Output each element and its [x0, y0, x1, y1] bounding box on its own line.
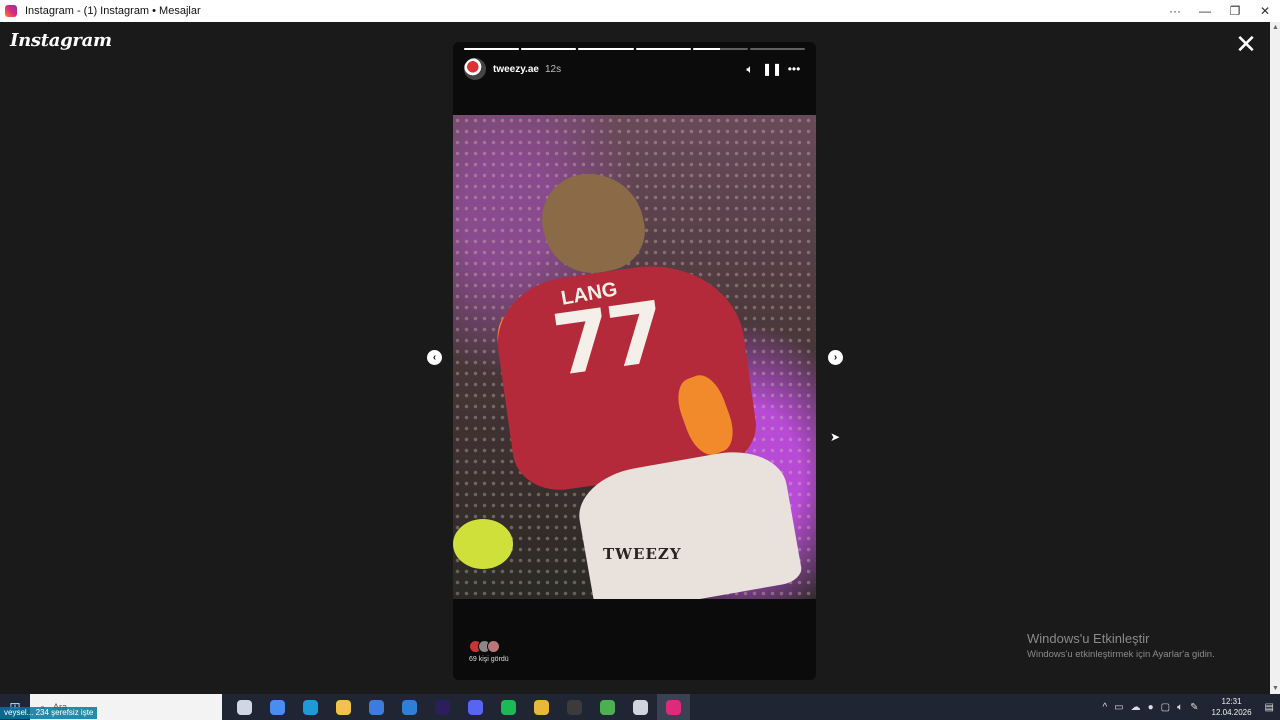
- minimize-button[interactable]: —: [1190, 4, 1220, 18]
- window-title: Instagram - (1) Instagram • Mesajlar: [25, 5, 201, 17]
- edge-icon: [303, 699, 318, 715]
- clock-time: 12:31: [1221, 697, 1242, 706]
- video-watermark: TWEEZY: [603, 545, 682, 563]
- close-window-button[interactable]: ✕: [1250, 4, 1280, 18]
- activation-heading: Windows'u Etkinleştir: [1027, 631, 1150, 646]
- jersey-number: 77: [546, 282, 669, 396]
- task-view-icon: [237, 699, 252, 715]
- obs-icon: [567, 699, 582, 715]
- story-video[interactable]: LANG 77 TWEEZY: [453, 115, 816, 599]
- story-username[interactable]: tweezy.ae: [493, 64, 539, 75]
- copilot-taskbar-icon[interactable]: [261, 694, 294, 720]
- edge-taskbar-icon[interactable]: [294, 694, 327, 720]
- more-icon[interactable]: •••: [783, 62, 805, 76]
- activation-subtext: Windows'u etkinleştirmek için Ayarlar'a …: [1027, 649, 1215, 660]
- restore-button[interactable]: ❐: [1220, 4, 1250, 18]
- copilot-icon: [270, 699, 285, 715]
- discord-taskbar-icon[interactable]: [459, 694, 492, 720]
- status-overlay: veysel... 234 şerefsiz işte: [0, 707, 98, 719]
- vertical-scrollbar[interactable]: ▲ ▼: [1270, 22, 1280, 694]
- story-viewers[interactable]: 69 kişi gördü: [469, 640, 509, 663]
- viewer-count: 69 kişi gördü: [469, 656, 509, 663]
- file-explorer-taskbar-icon[interactable]: [327, 694, 360, 720]
- close-story-button[interactable]: ✕: [1234, 31, 1258, 57]
- progress-segment: [521, 48, 577, 50]
- window-titlebar: Instagram - (1) Instagram • Mesajlar ···…: [0, 0, 1280, 22]
- taskbar-apps: [228, 694, 690, 720]
- chrome-taskbar-icon[interactable]: [525, 694, 558, 720]
- progress-segment: [635, 48, 691, 50]
- discord-icon: [468, 699, 483, 715]
- network-icon[interactable]: ▭: [1114, 702, 1123, 713]
- spotify-icon: [501, 699, 516, 715]
- clock-date: 12.04.2026: [1211, 708, 1252, 717]
- instagram-logo[interactable]: Instagram: [10, 30, 112, 51]
- spotify-taskbar-icon[interactable]: [492, 694, 525, 720]
- instagram-icon: [666, 699, 681, 715]
- store-taskbar-icon[interactable]: [360, 694, 393, 720]
- mouse-cursor-icon: ➤: [830, 430, 841, 444]
- instagram-taskbar-icon[interactable]: [657, 694, 690, 720]
- viewer-avatars: [469, 640, 509, 653]
- chrome-icon: [534, 699, 549, 715]
- pen-icon[interactable]: ✎: [1190, 702, 1198, 713]
- ball: [453, 519, 513, 569]
- progress-segment: [464, 48, 520, 50]
- chrome-alt-icon: [600, 699, 615, 715]
- story-progress-bar: [464, 48, 806, 50]
- file-explorer-icon: [336, 699, 351, 715]
- scroll-up-icon[interactable]: ▲: [1272, 24, 1279, 31]
- progress-segment: [692, 48, 748, 50]
- mic-icon[interactable]: ●: [1148, 702, 1154, 713]
- progress-segment: [749, 48, 806, 50]
- instagram-app-icon: [5, 5, 17, 17]
- more-options-button[interactable]: ···: [1160, 4, 1190, 18]
- scroll-down-icon[interactable]: ▼: [1272, 685, 1279, 692]
- windows-activation-watermark: Windows'u Etkinleştir Windows'u etkinleş…: [1027, 631, 1215, 660]
- store-icon: [369, 699, 384, 715]
- viewer-avatar: [487, 640, 500, 653]
- toolbox-taskbar-icon[interactable]: [624, 694, 657, 720]
- taskbar: ⊞ ⌕ Ara ^ ▭ ☁ ● ▢ 🔈︎ ✎ 12:31 12.04.2026 …: [0, 694, 1280, 720]
- chevron-up-icon[interactable]: ^: [1102, 702, 1107, 713]
- task-view-taskbar-icon[interactable]: [228, 694, 261, 720]
- cloud-icon[interactable]: ☁: [1131, 702, 1141, 713]
- avatar[interactable]: [464, 58, 486, 80]
- progress-segment: [578, 48, 634, 50]
- display-icon[interactable]: ▢: [1161, 702, 1170, 713]
- after-effects-taskbar-icon[interactable]: [426, 694, 459, 720]
- next-story-button[interactable]: ›: [828, 350, 843, 365]
- after-effects-icon: [435, 699, 450, 715]
- outlook-icon: [402, 699, 417, 715]
- sound-icon[interactable]: 🔈︎: [739, 62, 761, 77]
- notifications-icon[interactable]: ▤: [1265, 702, 1274, 713]
- story-header: tweezy.ae 12s 🔈︎ ❚❚ •••: [464, 58, 805, 80]
- taskbar-clock[interactable]: 12:31 12.04.2026: [1212, 696, 1252, 718]
- previous-story-button[interactable]: ‹: [427, 350, 442, 365]
- system-tray: ^ ▭ ☁ ● ▢ 🔈︎ ✎ 12:31 12.04.2026 ▤: [1102, 696, 1280, 718]
- story-viewer[interactable]: tweezy.ae 12s 🔈︎ ❚❚ ••• LANG 77 TWEEZY 6…: [453, 42, 816, 680]
- volume-icon[interactable]: 🔈︎: [1177, 702, 1183, 713]
- pause-icon[interactable]: ❚❚: [761, 62, 783, 76]
- outlook-taskbar-icon[interactable]: [393, 694, 426, 720]
- chrome-alt-taskbar-icon[interactable]: [591, 694, 624, 720]
- obs-taskbar-icon[interactable]: [558, 694, 591, 720]
- toolbox-icon: [633, 699, 648, 715]
- story-timestamp: 12s: [544, 63, 562, 75]
